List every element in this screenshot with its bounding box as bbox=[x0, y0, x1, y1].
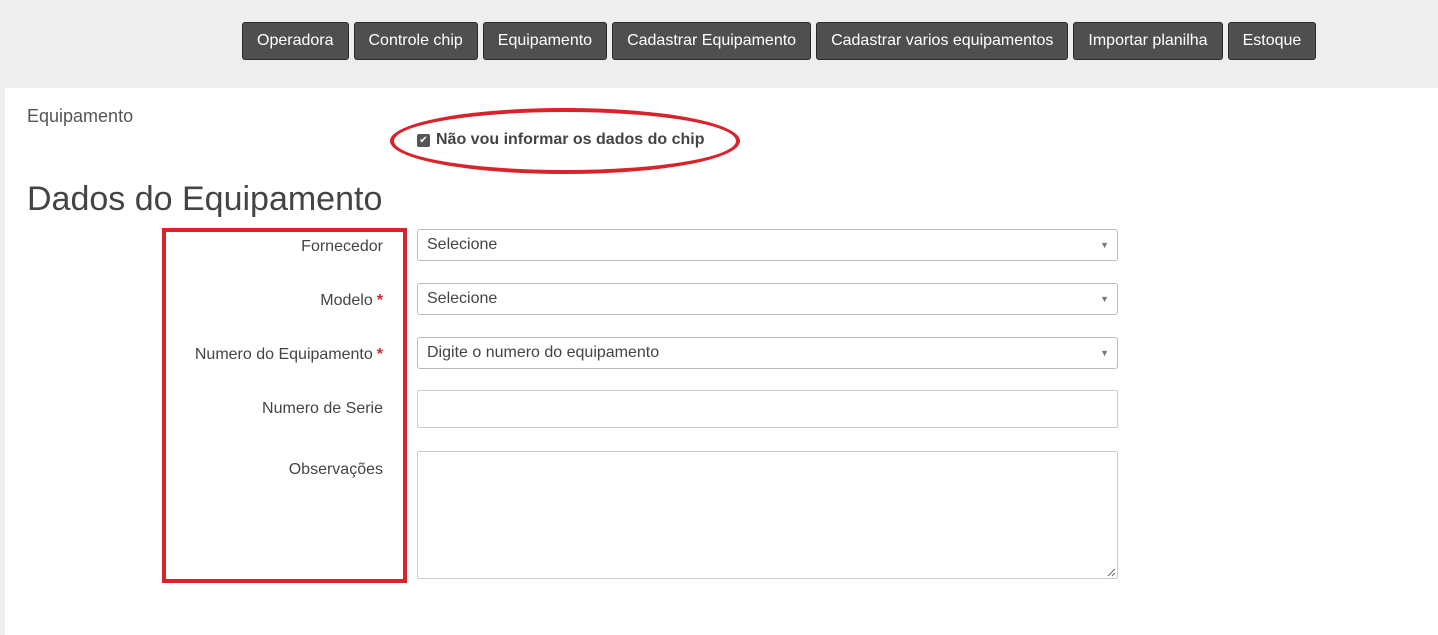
required-asterisk: * bbox=[376, 346, 383, 363]
numero-serie-label-text: Numero de Serie bbox=[262, 400, 383, 417]
nav-importar-planilha-button[interactable]: Importar planilha bbox=[1073, 22, 1223, 60]
modelo-label-text: Modelo bbox=[320, 292, 373, 309]
observacoes-label-text: Observações bbox=[288, 461, 383, 478]
fornecedor-select[interactable]: Selecione ▼ bbox=[417, 229, 1118, 261]
main-nav: Operadora Controle chip Equipamento Cada… bbox=[242, 22, 1317, 60]
numero-equipamento-placeholder: Digite o numero do equipamento bbox=[427, 344, 660, 361]
modelo-select-value: Selecione bbox=[427, 290, 498, 307]
checkbox-checked-icon[interactable]: ✔ bbox=[417, 133, 430, 147]
caret-down-icon: ▼ bbox=[1100, 348, 1109, 358]
observacoes-textarea[interactable] bbox=[417, 451, 1118, 579]
top-bar: Operadora Controle chip Equipamento Cada… bbox=[0, 0, 1438, 88]
nav-estoque-button[interactable]: Estoque bbox=[1227, 22, 1317, 60]
nav-equipamento-button[interactable]: Equipamento bbox=[482, 22, 608, 60]
numero-equipamento-select[interactable]: Digite o numero do equipamento ▼ bbox=[417, 337, 1118, 369]
breadcrumb: Equipamento bbox=[27, 106, 134, 126]
modelo-label: Modelo * bbox=[320, 292, 383, 310]
caret-down-icon: ▼ bbox=[1100, 240, 1109, 250]
nav-operadora-button[interactable]: Operadora bbox=[242, 22, 349, 60]
numero-serie-input[interactable] bbox=[417, 390, 1118, 428]
skip-chip-checkbox[interactable]: ✔ Não vou informar os dados do chip bbox=[417, 131, 704, 149]
required-asterisk: * bbox=[376, 292, 383, 309]
numero-equipamento-label: Numero do Equipamento * bbox=[195, 346, 383, 364]
numero-serie-label: Numero de Serie bbox=[262, 400, 383, 418]
caret-down-icon: ▼ bbox=[1100, 294, 1109, 304]
resize-handle-icon[interactable] bbox=[1106, 567, 1116, 577]
content-panel: Equipamento ✔ Não vou informar os dados … bbox=[5, 88, 1438, 635]
section-title: Dados do Equipamento bbox=[27, 180, 383, 218]
fornecedor-label: Fornecedor bbox=[301, 238, 383, 256]
fornecedor-select-value: Selecione bbox=[427, 236, 498, 253]
nav-cadastrar-equipamento-button[interactable]: Cadastrar Equipamento bbox=[612, 22, 812, 60]
nav-cadastrar-varios-button[interactable]: Cadastrar varios equipamentos bbox=[816, 22, 1069, 60]
fornecedor-label-text: Fornecedor bbox=[301, 238, 383, 255]
modelo-select[interactable]: Selecione ▼ bbox=[417, 283, 1118, 315]
observacoes-label: Observações bbox=[289, 461, 383, 479]
nav-controle-chip-button[interactable]: Controle chip bbox=[353, 22, 478, 60]
skip-chip-label: Não vou informar os dados do chip bbox=[436, 131, 705, 148]
numero-equipamento-label-text: Numero do Equipamento bbox=[194, 346, 373, 363]
